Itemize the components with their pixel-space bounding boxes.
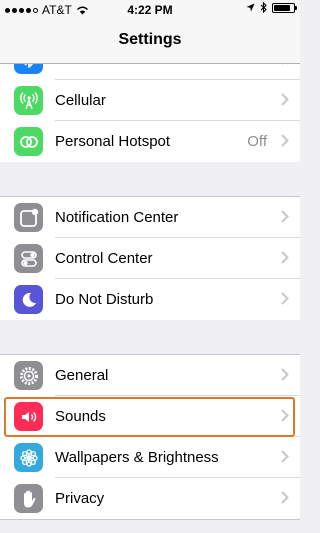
gear-icon xyxy=(14,361,43,390)
status-bar: AT&T 4:22 PM xyxy=(0,0,300,20)
control-center-icon xyxy=(14,244,43,273)
row-label: Wallpapers & Brightness xyxy=(55,449,219,466)
row-label: Cellular xyxy=(55,92,106,109)
row-label: Personal Hotspot xyxy=(55,133,171,150)
settings-row-do-not-disturb[interactable]: Do Not Disturb xyxy=(0,279,300,320)
settings-row-cellular[interactable]: Cellular xyxy=(0,80,300,121)
chevron-right-icon xyxy=(281,251,289,264)
cellular-icon xyxy=(14,86,43,115)
chevron-right-icon xyxy=(281,93,289,106)
bluetooth-status-icon xyxy=(260,2,267,13)
notification-center-icon xyxy=(14,203,43,232)
chevron-right-icon xyxy=(281,134,289,147)
hand-icon xyxy=(14,484,43,513)
chevron-right-icon xyxy=(281,368,289,381)
hotspot-icon xyxy=(14,127,43,156)
row-label: Notification Center xyxy=(55,209,179,226)
wallpaper-icon xyxy=(14,443,43,472)
page-title: Settings xyxy=(118,31,182,48)
row-value: Off xyxy=(247,133,267,150)
chevron-right-icon xyxy=(281,292,289,305)
navigation-bar: Settings xyxy=(0,20,300,64)
settings-row-general[interactable]: General xyxy=(0,355,300,396)
settings-row-personal-hotspot[interactable]: Personal Hotspot Off xyxy=(0,121,300,162)
row-label: Do Not Disturb xyxy=(55,291,154,308)
chevron-right-icon xyxy=(281,210,289,223)
settings-row-control-center[interactable]: Control Center xyxy=(0,238,300,279)
location-icon xyxy=(246,3,255,12)
row-label: Control Center xyxy=(55,250,153,267)
battery-icon xyxy=(272,2,297,13)
settings-row-wallpapers-brightness[interactable]: Wallpapers & Brightness xyxy=(0,437,300,478)
sounds-highlight-box xyxy=(4,397,295,437)
row-label: Privacy xyxy=(55,490,105,507)
moon-icon xyxy=(14,285,43,314)
settings-row-privacy[interactable]: Privacy xyxy=(0,478,300,519)
row-label: General xyxy=(55,367,109,384)
settings-row-notification-center[interactable]: Notification Center xyxy=(0,197,300,238)
chevron-right-icon xyxy=(281,450,289,463)
chevron-right-icon xyxy=(281,491,289,504)
